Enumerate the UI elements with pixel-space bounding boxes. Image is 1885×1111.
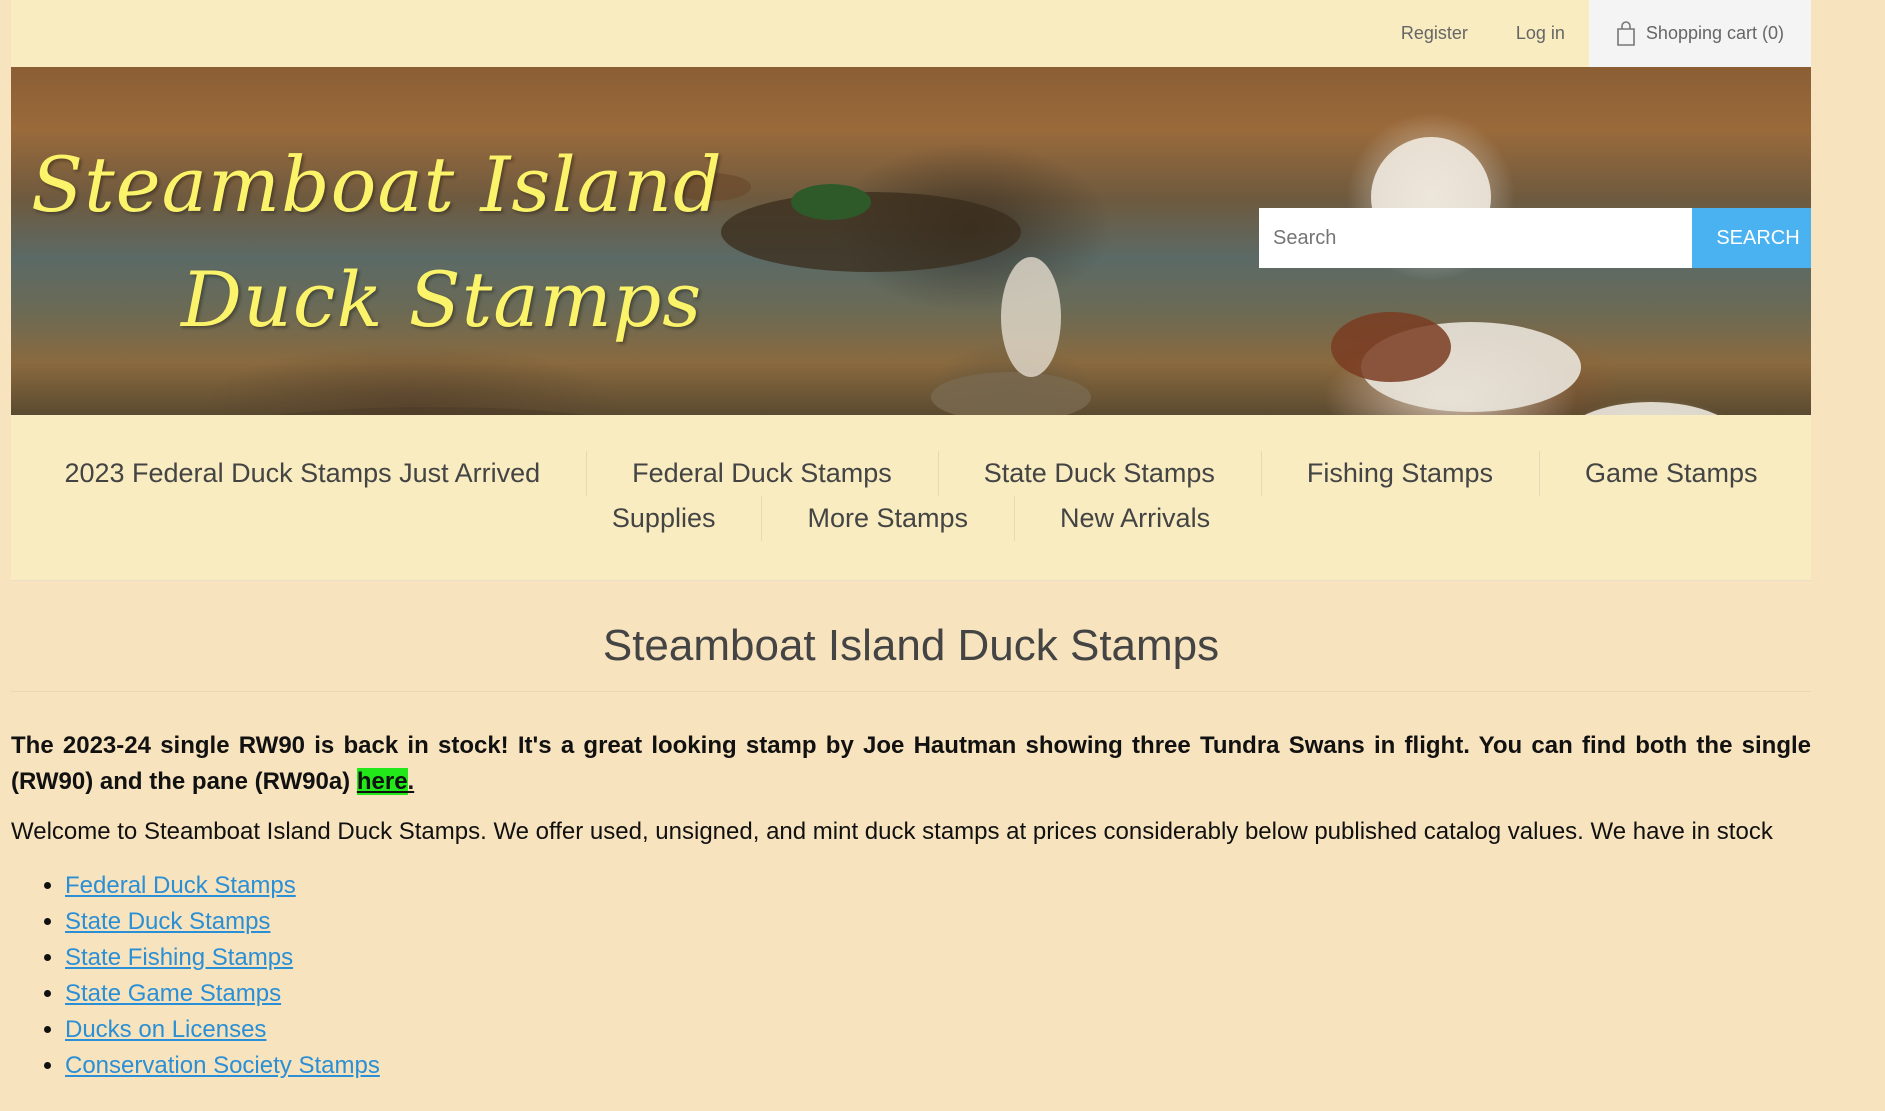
site-logo-title[interactable]: Steamboat Island Duck Stamps xyxy=(31,127,723,357)
search-box: SEARCH xyxy=(1259,208,1811,268)
link-state-fishing-stamps[interactable]: State Fishing Stamps xyxy=(65,944,293,971)
page: Register Log in Shopping cart (0) Steamb… xyxy=(11,0,1811,1084)
list-item: State Duck Stamps xyxy=(65,904,1811,940)
nav-row-2: Supplies More Stamps New Arrivals xyxy=(11,496,1811,541)
list-item: Federal Duck Stamps xyxy=(65,868,1811,904)
notice-paragraph: The 2023-24 single RW90 is back in stock… xyxy=(11,728,1811,800)
nav-item-new-arrivals[interactable]: New Arrivals xyxy=(1014,496,1256,541)
search-input[interactable] xyxy=(1259,208,1692,268)
link-ducks-on-licenses[interactable]: Ducks on Licenses xyxy=(65,1016,266,1043)
nav-item-game[interactable]: Game Stamps xyxy=(1538,451,1804,496)
banner: Steamboat Island Duck Stamps SEARCH xyxy=(11,67,1811,415)
nav-item-federal[interactable]: Federal Duck Stamps xyxy=(586,451,938,496)
nav-item-more-stamps[interactable]: More Stamps xyxy=(761,496,1014,541)
link-state-game-stamps[interactable]: State Game Stamps xyxy=(65,980,281,1007)
main-content: Steamboat Island Duck Stamps The 2023-24… xyxy=(11,581,1811,1084)
shopping-bag-icon xyxy=(1617,20,1635,46)
login-link[interactable]: Log in xyxy=(1492,0,1589,67)
logo-line-2: Duck Stamps xyxy=(181,255,703,344)
nav-item-fishing[interactable]: Fishing Stamps xyxy=(1260,451,1539,496)
nav-item-supplies[interactable]: Supplies xyxy=(566,496,762,541)
category-links-list: Federal Duck Stamps State Duck Stamps St… xyxy=(11,868,1811,1084)
notice-text: The 2023-24 single RW90 is back in stock… xyxy=(11,732,1811,795)
nav-item-2023-federal[interactable]: 2023 Federal Duck Stamps Just Arrived xyxy=(18,451,586,496)
shopping-cart-label: Shopping cart (0) xyxy=(1645,23,1784,43)
nav-row-1: 2023 Federal Duck Stamps Just Arrived Fe… xyxy=(11,451,1811,496)
nav-item-state[interactable]: State Duck Stamps xyxy=(937,451,1261,496)
main-nav: 2023 Federal Duck Stamps Just Arrived Fe… xyxy=(11,415,1811,581)
header-links: Register Log in Shopping cart (0) xyxy=(1377,0,1811,67)
register-link[interactable]: Register xyxy=(1377,0,1492,67)
link-state-duck-stamps[interactable]: State Duck Stamps xyxy=(65,908,270,935)
link-federal-duck-stamps[interactable]: Federal Duck Stamps xyxy=(65,872,296,899)
link-conservation-society-stamps[interactable]: Conservation Society Stamps xyxy=(65,1052,380,1079)
search-button[interactable]: SEARCH xyxy=(1692,208,1811,268)
list-item: Ducks on Licenses xyxy=(65,1012,1811,1048)
shopping-cart-link[interactable]: Shopping cart (0) xyxy=(1588,0,1811,67)
notice-here-link[interactable]: here xyxy=(356,768,408,795)
logo-line-1: Steamboat Island xyxy=(31,140,723,229)
list-item: Conservation Society Stamps xyxy=(65,1048,1811,1084)
header-bar: Register Log in Shopping cart (0) xyxy=(11,0,1811,67)
page-title: Steamboat Island Duck Stamps xyxy=(11,621,1811,692)
notice-end: . xyxy=(407,768,415,795)
list-item: State Game Stamps xyxy=(65,976,1811,1012)
welcome-paragraph: Welcome to Steamboat Island Duck Stamps.… xyxy=(11,818,1773,845)
list-item: State Fishing Stamps xyxy=(65,940,1811,976)
